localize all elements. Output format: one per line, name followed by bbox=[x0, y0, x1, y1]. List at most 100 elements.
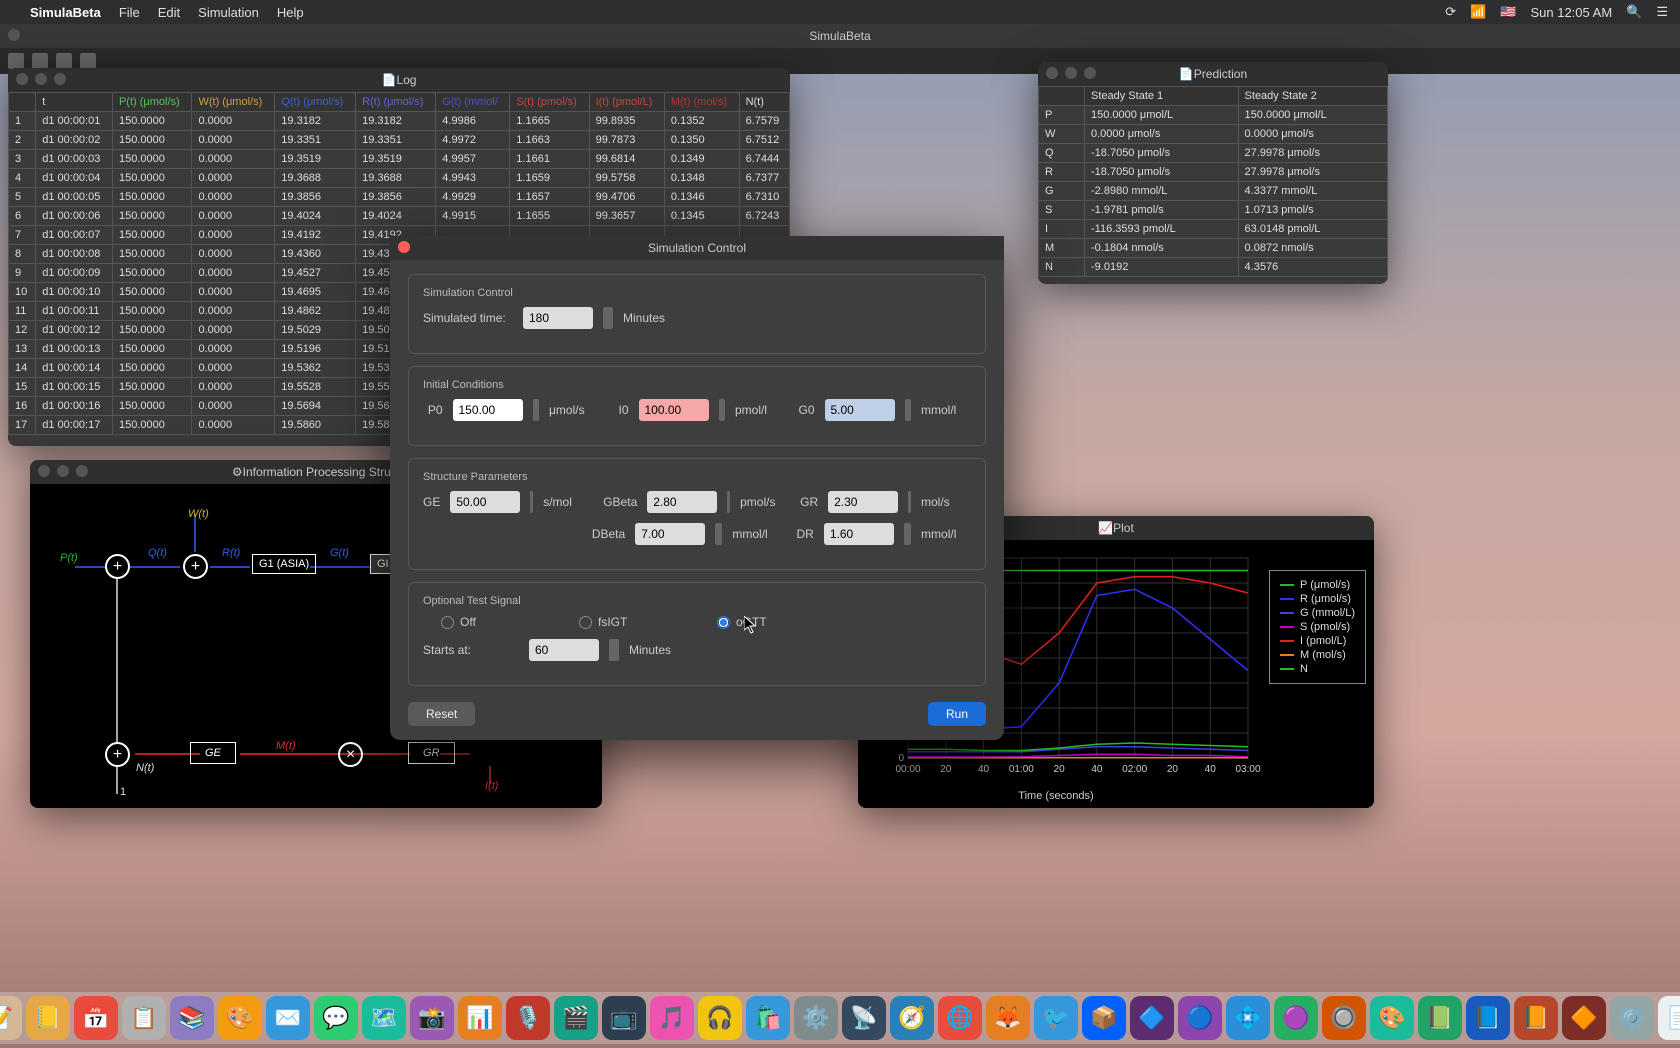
radio-ogtt[interactable]: oGTT bbox=[717, 615, 807, 629]
pred-h1[interactable]: Steady State 1 bbox=[1085, 87, 1239, 106]
dock-app[interactable]: 💬 bbox=[314, 996, 358, 1040]
dock-app[interactable]: 🔵 bbox=[1178, 996, 1222, 1040]
table-row[interactable]: Q-18.7050 μmol/s27.9978 μmol/s bbox=[1039, 144, 1388, 163]
dock-app[interactable]: 📄 bbox=[1658, 996, 1680, 1040]
pred-h2[interactable]: Steady State 2 bbox=[1238, 87, 1387, 106]
dock-app[interactable]: 🧭 bbox=[890, 996, 934, 1040]
wifi-icon[interactable]: 📶 bbox=[1470, 4, 1486, 20]
menu-file[interactable]: File bbox=[119, 5, 140, 20]
dbeta-stepper[interactable] bbox=[715, 523, 722, 545]
dock-app[interactable]: 📦 bbox=[1082, 996, 1126, 1040]
dock-app[interactable]: 📘 bbox=[1466, 996, 1510, 1040]
clock[interactable]: Sun 12:05 AM bbox=[1530, 5, 1612, 20]
log-col-t[interactable]: t bbox=[36, 93, 113, 112]
dock-app[interactable]: 🎨 bbox=[1370, 996, 1414, 1040]
dock-app[interactable]: 📙 bbox=[1514, 996, 1558, 1040]
dock-app[interactable]: 📚 bbox=[170, 996, 214, 1040]
log-col-m[interactable]: M(t) (mol/s) bbox=[664, 93, 739, 112]
flag-icon[interactable]: 🇺🇸 bbox=[1500, 4, 1516, 20]
close-icon[interactable] bbox=[398, 241, 410, 253]
dock-app[interactable]: 🎧 bbox=[698, 996, 742, 1040]
dock-app[interactable]: 📗 bbox=[1418, 996, 1462, 1040]
dialog-titlebar[interactable]: Simulation Control bbox=[390, 236, 1004, 260]
table-row[interactable]: N-9.01924.3576 bbox=[1039, 258, 1388, 277]
table-row[interactable]: S-1.9781 pmol/s1.0713 pmol/s bbox=[1039, 201, 1388, 220]
table-row[interactable]: 4d1 00:00:04150.00000.000019.368819.3688… bbox=[9, 169, 790, 188]
dock-app[interactable]: 🌐 bbox=[938, 996, 982, 1040]
sync-icon[interactable]: ⟳ bbox=[1445, 4, 1456, 20]
toolbar-save-icon[interactable] bbox=[32, 53, 48, 69]
log-titlebar[interactable]: 📄 Log bbox=[8, 68, 790, 92]
gr-stepper[interactable] bbox=[908, 491, 911, 513]
table-row[interactable]: I-116.3593 pmol/L63.0148 pmol/L bbox=[1039, 220, 1388, 239]
dock-app[interactable]: 🔘 bbox=[1322, 996, 1366, 1040]
dock-app[interactable]: ⚙️ bbox=[1610, 996, 1654, 1040]
dbeta-input[interactable] bbox=[635, 523, 705, 545]
prediction-titlebar[interactable]: 📄 Prediction bbox=[1038, 62, 1388, 86]
starts-stepper[interactable] bbox=[609, 639, 619, 661]
table-row[interactable]: P150.0000 μmol/L150.0000 μmol/L bbox=[1039, 106, 1388, 125]
table-row[interactable]: 6d1 00:00:06150.00000.000019.402419.4024… bbox=[9, 207, 790, 226]
log-col-r[interactable]: R(t) (μmol/s) bbox=[356, 93, 436, 112]
table-row[interactable]: M-0.1804 nmol/s0.0872 nmol/s bbox=[1039, 239, 1388, 258]
pred-h0[interactable] bbox=[1039, 87, 1085, 106]
app-name[interactable]: SimulaBeta bbox=[30, 5, 101, 20]
dock-app[interactable]: ⚙️ bbox=[794, 996, 838, 1040]
dock-app[interactable]: 📒 bbox=[26, 996, 70, 1040]
log-col-w[interactable]: W(t) (μmol/s) bbox=[192, 93, 275, 112]
dock-app[interactable]: 🛍️ bbox=[746, 996, 790, 1040]
reset-button[interactable]: Reset bbox=[408, 702, 475, 726]
ge-stepper[interactable] bbox=[530, 491, 533, 513]
log-col-g[interactable]: G(t) (mmol/ bbox=[436, 93, 510, 112]
dock-app[interactable]: ✉️ bbox=[266, 996, 310, 1040]
dock-app[interactable]: 📺 bbox=[602, 996, 646, 1040]
table-row[interactable]: G-2.8980 mmol/L4.3377 mmol/L bbox=[1039, 182, 1388, 201]
p0-stepper[interactable] bbox=[533, 399, 540, 421]
starts-input[interactable] bbox=[529, 639, 599, 661]
log-col-p[interactable]: P(t) (μmol/s) bbox=[112, 93, 192, 112]
table-row[interactable]: 2d1 00:00:02150.00000.000019.335119.3351… bbox=[9, 131, 790, 150]
g0-stepper[interactable] bbox=[905, 399, 912, 421]
log-col-q[interactable]: Q(t) (μmol/s) bbox=[275, 93, 356, 112]
table-row[interactable]: 5d1 00:00:05150.00000.000019.385619.3856… bbox=[9, 188, 790, 207]
toolbar-open-icon[interactable] bbox=[56, 53, 72, 69]
dock-app[interactable]: 💠 bbox=[1226, 996, 1270, 1040]
sim-time-stepper[interactable] bbox=[603, 307, 613, 329]
dock-app[interactable]: 📅 bbox=[74, 996, 118, 1040]
dock-app[interactable]: 🗺️ bbox=[362, 996, 406, 1040]
dock-app[interactable]: 📸 bbox=[410, 996, 454, 1040]
i0-stepper[interactable] bbox=[719, 399, 726, 421]
table-row[interactable]: R-18.7050 μmol/s27.9978 μmol/s bbox=[1039, 163, 1388, 182]
run-button[interactable]: Run bbox=[928, 702, 986, 726]
dock-app[interactable]: 🟣 bbox=[1274, 996, 1318, 1040]
radio-off[interactable]: Off bbox=[441, 615, 531, 629]
sim-time-input[interactable] bbox=[523, 307, 593, 329]
dock-app[interactable]: 🔶 bbox=[1562, 996, 1606, 1040]
dr-stepper[interactable] bbox=[904, 523, 911, 545]
dock-app[interactable]: 🦊 bbox=[986, 996, 1030, 1040]
table-row[interactable]: 1d1 00:00:01150.00000.000019.318219.3182… bbox=[9, 112, 790, 131]
dock-app[interactable]: 🔷 bbox=[1130, 996, 1174, 1040]
log-col-i[interactable]: I(t) (pmol/L) bbox=[589, 93, 664, 112]
gbeta-input[interactable] bbox=[647, 491, 717, 513]
dock-app[interactable]: 🎬 bbox=[554, 996, 598, 1040]
i0-input[interactable] bbox=[639, 399, 709, 421]
log-col-n[interactable]: N(t) bbox=[739, 93, 789, 112]
dock-app[interactable]: 📡 bbox=[842, 996, 886, 1040]
gbeta-stepper[interactable] bbox=[727, 491, 730, 513]
dock-app[interactable]: 🎙️ bbox=[506, 996, 550, 1040]
table-row[interactable]: 3d1 00:00:03150.00000.000019.351919.3519… bbox=[9, 150, 790, 169]
toolbar-new-icon[interactable] bbox=[8, 53, 24, 69]
menu-edit[interactable]: Edit bbox=[158, 5, 180, 20]
radio-fsigt[interactable]: fsIGT bbox=[579, 615, 669, 629]
ge-input[interactable] bbox=[450, 491, 520, 513]
dock-app[interactable]: 🎨 bbox=[218, 996, 262, 1040]
dock-app[interactable]: 🎵 bbox=[650, 996, 694, 1040]
traffic-lights[interactable] bbox=[8, 29, 20, 41]
search-icon[interactable]: 🔍 bbox=[1626, 4, 1642, 20]
g0-input[interactable] bbox=[825, 399, 895, 421]
dock-app[interactable]: 📊 bbox=[458, 996, 502, 1040]
dr-input[interactable] bbox=[824, 523, 894, 545]
menu-simulation[interactable]: Simulation bbox=[198, 5, 259, 20]
menu-extra-icon[interactable]: ☰ bbox=[1656, 4, 1668, 20]
